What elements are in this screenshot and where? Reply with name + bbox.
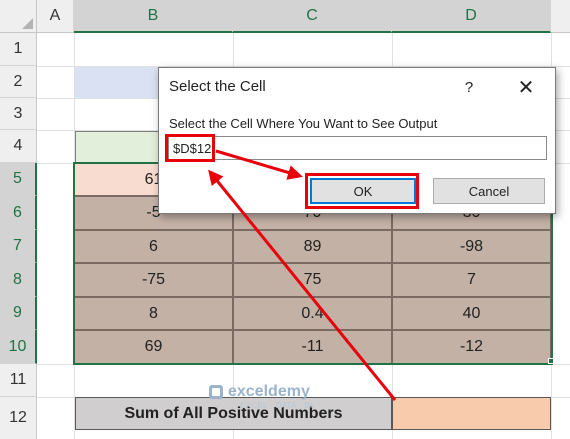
data-cell[interactable]: 89 [233,230,392,263]
column-header-e[interactable] [551,0,570,33]
title-band [75,67,165,98]
row-header-11[interactable]: 11 [0,364,37,397]
row-header-4[interactable]: 4 [0,130,37,163]
row-header-9[interactable]: 9 [0,297,37,330]
select-all-corner[interactable] [0,0,37,33]
data-cell[interactable]: -12 [392,330,551,364]
data-cell[interactable]: -11 [233,330,392,364]
data-cell[interactable]: 6 [74,230,233,263]
data-cell[interactable]: 69 [74,330,233,364]
ok-button[interactable]: OK [310,178,416,204]
row-header-3[interactable]: 3 [0,98,37,130]
fill-handle[interactable] [548,358,554,364]
row-header-8[interactable]: 8 [0,263,37,297]
watermark-logo: exceldemy [208,383,310,401]
cancel-button[interactable]: Cancel [433,178,545,204]
row-header-12[interactable]: 12 [0,397,37,439]
cell-reference-input[interactable] [168,136,547,160]
row-header-10[interactable]: 10 [0,330,37,364]
data-cell[interactable]: -98 [392,230,551,263]
data-cell[interactable]: 40 [392,297,551,330]
dialog-title: Select the Cell [169,78,266,95]
exceldemy-logo-icon [209,385,223,399]
row-header-6[interactable]: 6 [0,196,37,230]
data-cell[interactable]: 8 [74,297,233,330]
column-header-a[interactable]: A [37,0,74,33]
data-cell[interactable]: -75 [74,263,233,297]
spreadsheet: A B C D 1 2 3 4 5 6 7 8 9 10 11 12 61 -5… [0,0,570,439]
data-cell[interactable]: 7 [392,263,551,297]
row-header-1[interactable]: 1 [0,33,37,66]
help-button[interactable]: ? [455,76,483,98]
sum-output-cell[interactable] [392,397,551,430]
sum-label-cell[interactable]: Sum of All Positive Numbers [75,397,392,430]
gridline [37,364,570,365]
row-header-7[interactable]: 7 [0,230,37,263]
watermark-tagline: EXCEL · DATA · BI [240,401,313,410]
watermark-name: exceldemy [228,383,310,400]
data-cell[interactable]: 75 [233,263,392,297]
select-cell-dialog: Select the Cell ? ✕ Select the Cell Wher… [158,67,556,214]
row-header-2[interactable]: 2 [0,66,37,98]
select-all-icon [22,18,33,29]
data-cell[interactable]: 0.4 [233,297,392,330]
column-header-b[interactable]: B [74,0,233,33]
close-button[interactable]: ✕ [511,76,541,99]
dialog-prompt: Select the Cell Where You Want to See Ou… [169,116,438,131]
row-header-5[interactable]: 5 [0,163,37,196]
column-header-c[interactable]: C [233,0,392,33]
column-header-d[interactable]: D [392,0,551,33]
